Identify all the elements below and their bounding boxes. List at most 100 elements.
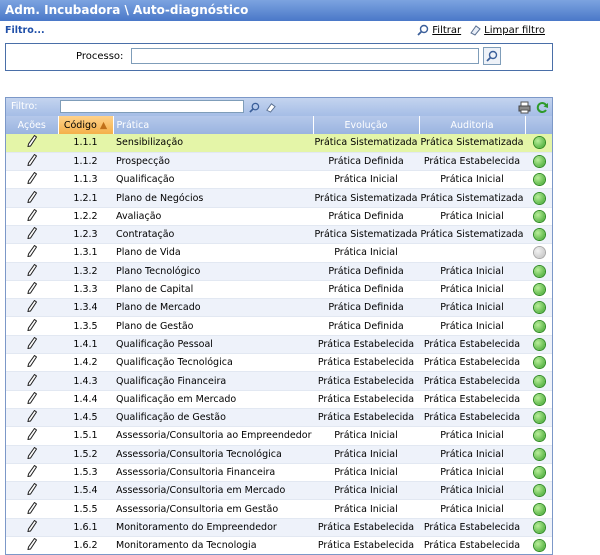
column-header-codigo[interactable]: Código ▲: [58, 116, 114, 134]
pencil-icon[interactable]: [27, 428, 38, 441]
row-evolucao: Prática Sistematizada: [313, 188, 419, 208]
pencil-icon[interactable]: [27, 519, 38, 533]
filter-toggle-link[interactable]: Filtro...: [5, 25, 45, 36]
row-pratica: Monitoramento da Tecnologia: [113, 536, 313, 554]
row-status-cell: [525, 353, 552, 373]
row-actions-cell: [6, 335, 58, 355]
row-status-cell: [525, 152, 552, 172]
row-status-cell: [525, 188, 552, 208]
row-status-cell: [525, 371, 552, 391]
table-row[interactable]: 1.3.1 Plano de Vida Prática Inicial: [6, 243, 552, 263]
status-dot-icon: [533, 503, 545, 515]
pencil-icon[interactable]: [27, 172, 38, 185]
table-row[interactable]: 1.5.1 Assessoria/Consultoria ao Empreende…: [6, 426, 552, 446]
row-evolucao: Prática Definida: [313, 262, 419, 281]
table-row[interactable]: 1.4.5 Qualificação de Gestão Prática Estab…: [6, 408, 552, 428]
pencil-icon[interactable]: [27, 354, 38, 368]
table-row[interactable]: 1.5.5 Assessoria/Consultoria em Gestão Prá…: [6, 499, 552, 519]
row-code: 1.1.3: [58, 170, 113, 190]
table-row[interactable]: 1.2.1 Plano de Negócios Prática Sistematiz…: [6, 188, 552, 208]
table-row[interactable]: 1.4.1 Qualificação Pessoal Prática Estabel…: [6, 335, 552, 355]
row-evolucao: Prática Definida: [313, 207, 419, 226]
table-row[interactable]: 1.1.2 Prospecção Prática Definida Prática E…: [6, 152, 552, 172]
process-input[interactable]: [131, 48, 479, 64]
pencil-icon[interactable]: [27, 190, 38, 203]
table-row[interactable]: 1.6.1 Monitoramento do Empreendedor Prátic…: [6, 518, 552, 538]
status-dot-icon: [533, 302, 545, 314]
pencil-icon[interactable]: [27, 464, 38, 478]
row-actions-cell: [6, 353, 58, 373]
pencil-icon[interactable]: [27, 501, 38, 514]
status-dot-icon: [533, 247, 545, 259]
row-auditoria: Prática Inicial: [419, 463, 525, 483]
table-row[interactable]: 1.2.2 Avaliação Prática Definida Prática In…: [6, 207, 552, 226]
pencil-icon[interactable]: [27, 263, 38, 276]
row-evolucao: Prática Estabelecida: [313, 536, 419, 554]
table-row[interactable]: 1.2.3 Contratação Prática Sistematizada Prá…: [6, 225, 552, 245]
pencil-icon[interactable]: [27, 446, 38, 459]
column-header-acoes[interactable]: Ações: [6, 116, 59, 134]
window-title: Adm. Incubadora \ Auto-diagnóstico: [0, 0, 600, 21]
table-row[interactable]: 1.6.2 Monitoramento da Tecnologia Prática …: [6, 536, 552, 554]
magnifier-icon: [417, 24, 429, 36]
row-auditoria: Prática Sistematizada: [419, 225, 525, 245]
grid-clear-button[interactable]: [263, 100, 277, 114]
eraser-icon: [265, 102, 276, 113]
column-header-pratica[interactable]: Prática: [113, 116, 314, 134]
row-code: 1.4.4: [58, 390, 113, 409]
pencil-icon[interactable]: [27, 226, 38, 240]
row-status-cell: [525, 170, 552, 190]
pencil-icon[interactable]: [27, 153, 38, 167]
pencil-icon[interactable]: [27, 300, 38, 313]
pencil-icon[interactable]: [27, 135, 38, 148]
pencil-icon[interactable]: [27, 409, 38, 423]
pencil-icon[interactable]: [27, 281, 38, 295]
process-search-button[interactable]: [483, 47, 501, 65]
table-row[interactable]: 1.4.4 Qualificação em Mercado Prática Esta…: [6, 390, 552, 409]
row-actions-cell: [6, 481, 58, 501]
pencil-icon[interactable]: [27, 373, 38, 386]
pencil-icon[interactable]: [27, 336, 38, 350]
table-row[interactable]: 1.3.4 Plano de Mercado Prática Definida Prá…: [6, 298, 552, 318]
pencil-icon[interactable]: [27, 391, 38, 404]
pencil-icon[interactable]: [27, 483, 38, 496]
table-row[interactable]: 1.1.3 Qualificação Prática Inicial Prática …: [6, 170, 552, 190]
table-row[interactable]: 1.5.2 Assessoria/Consultoria Tecnológica P…: [6, 445, 552, 464]
pencil-icon[interactable]: [27, 318, 38, 331]
status-dot-icon: [533, 466, 545, 478]
pencil-icon[interactable]: [27, 245, 38, 258]
row-auditoria: Prática Sistematizada: [419, 188, 525, 208]
print-button[interactable]: [517, 100, 531, 114]
status-dot-icon: [533, 174, 545, 186]
table-row[interactable]: 1.4.3 Qualificação Financeira Prática Esta…: [6, 371, 552, 391]
row-pratica: Qualificação de Gestão: [113, 408, 313, 428]
row-code: 1.4.2: [58, 353, 113, 373]
table-row[interactable]: 1.4.2 Qualificação Tecnológica Prática Est…: [6, 353, 552, 373]
table-row[interactable]: 1.3.2 Plano Tecnológico Prática Definida Pr…: [6, 262, 552, 281]
row-pratica: Assessoria/Consultoria ao Empreendedor: [113, 426, 313, 446]
column-header-evolucao[interactable]: Evolução: [313, 116, 420, 134]
row-status-cell: [525, 426, 552, 446]
table-row[interactable]: 1.1.1 Sensibilização Prática Sistematizada…: [6, 134, 552, 153]
row-code: 1.4.1: [58, 335, 113, 355]
status-dot-icon: [533, 210, 545, 222]
column-header-auditoria[interactable]: Auditoria: [419, 116, 526, 134]
table-row[interactable]: 1.3.3 Plano de Capital Prática Definida Prá…: [6, 280, 552, 300]
pencil-icon[interactable]: [27, 537, 38, 551]
table-row[interactable]: 1.5.3 Assessoria/Consultoria Financeira Pr…: [6, 463, 552, 483]
grid-filter-input[interactable]: [60, 100, 244, 113]
apply-filter-link[interactable]: Filtrar: [417, 24, 461, 36]
row-auditoria: Prática Estabelecida: [419, 390, 525, 409]
table-row[interactable]: 1.3.5 Plano de Gestão Prática Definida Prát…: [6, 316, 552, 336]
table-row[interactable]: 1.5.4 Assessoria/Consultoria em Mercado Pr…: [6, 481, 552, 501]
process-filter-panel: Processo:: [5, 43, 553, 71]
row-evolucao: Prática Estabelecida: [313, 408, 419, 428]
column-header-codigo-label: Código: [63, 119, 97, 131]
row-evolucao: Prática Inicial: [313, 170, 419, 190]
row-code: 1.3.2: [58, 262, 113, 281]
row-actions-cell: [6, 134, 58, 153]
grid-search-button[interactable]: [247, 100, 261, 114]
clear-filter-link[interactable]: Limpar filtro: [469, 24, 545, 36]
refresh-button[interactable]: [535, 100, 549, 114]
pencil-icon[interactable]: [27, 208, 38, 221]
